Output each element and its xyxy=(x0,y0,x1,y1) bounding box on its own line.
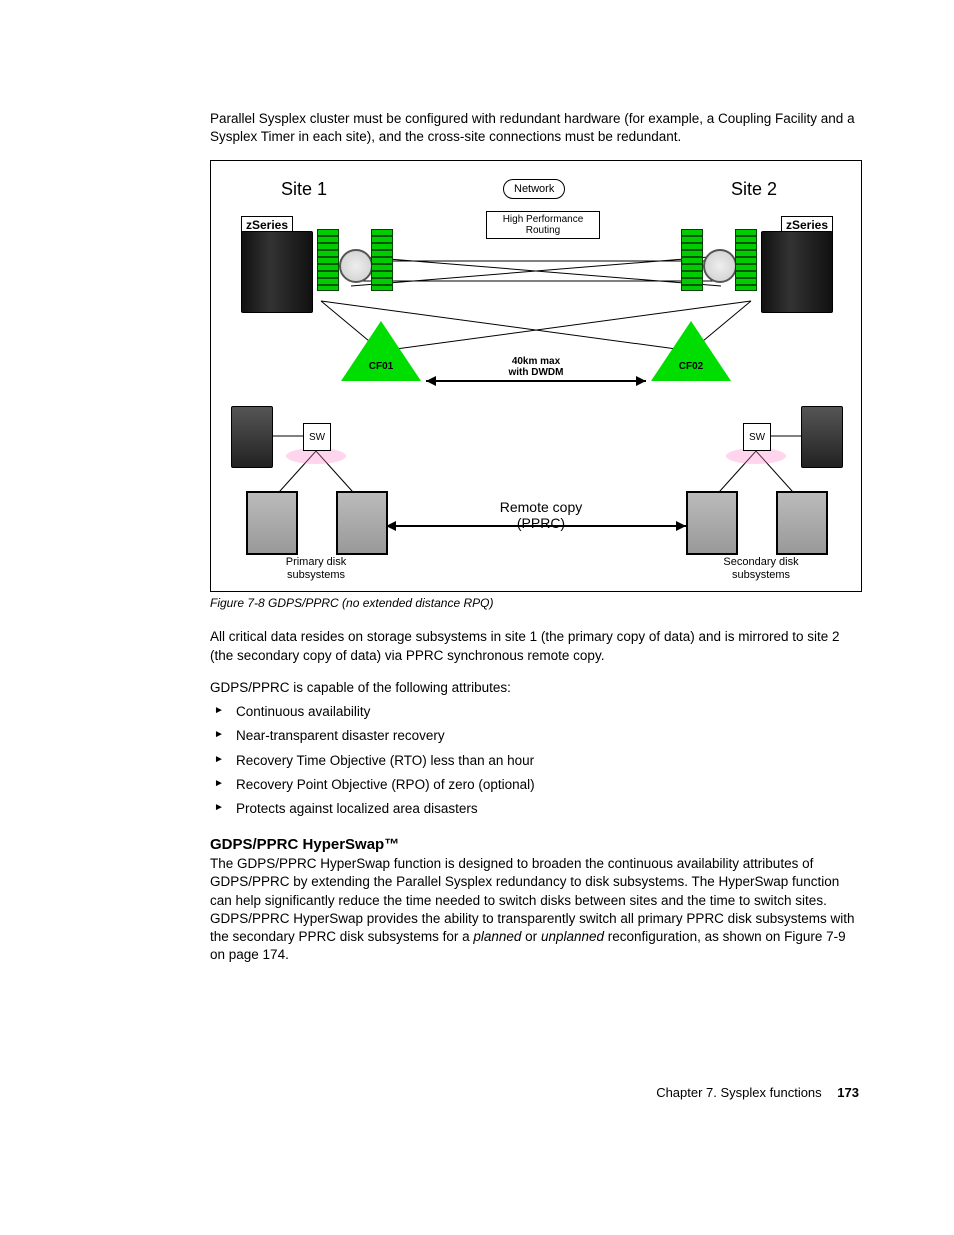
figure-7-8: Site 1 Site 2 Network zSeries zSeries Hi… xyxy=(210,160,862,592)
switch-right: SW xyxy=(743,423,771,451)
cf02-label: CF02 xyxy=(671,361,711,372)
primary-disk-label: Primary disk subsystems xyxy=(271,556,361,580)
hpr-box: High Performance Routing xyxy=(486,211,600,239)
disk-right-2 xyxy=(776,491,828,555)
cf01-triangle: CF01 xyxy=(341,321,421,381)
primary-disk-line2: subsystems xyxy=(287,569,345,581)
hyperswap-planned: planned xyxy=(473,929,521,944)
remote-copy-line2: (PPRC) xyxy=(517,515,565,531)
hpr-text: High Performance Routing xyxy=(503,214,584,236)
switch-left: SW xyxy=(303,423,331,451)
distance-line1: 40km max xyxy=(512,356,560,367)
hyperswap-heading: GDPS/PPRC HyperSwap™ xyxy=(210,836,859,853)
hyperswap-unplanned: unplanned xyxy=(541,929,604,944)
disk-right-1 xyxy=(686,491,738,555)
cf01-label: CF01 xyxy=(361,361,401,372)
distance-label: 40km max with DWDM xyxy=(496,356,576,378)
rack-right-2 xyxy=(735,229,757,291)
remote-copy-label: Remote copy (PPRC) xyxy=(486,499,596,531)
clock-right xyxy=(703,249,737,283)
label-site2: Site 2 xyxy=(731,179,777,200)
disk-left-2 xyxy=(336,491,388,555)
label-site1: Site 1 xyxy=(281,179,327,200)
list-item: Protects against localized area disaster… xyxy=(210,800,859,818)
primary-disk-line1: Primary disk xyxy=(286,556,347,568)
intro-paragraph: Parallel Sysplex cluster must be configu… xyxy=(210,110,859,146)
disk-left-1 xyxy=(246,491,298,555)
remote-copy-line1: Remote copy xyxy=(500,499,582,515)
hyperswap-body: The GDPS/PPRC HyperSwap function is desi… xyxy=(210,855,859,964)
figure-caption: Figure 7-8 GDPS/PPRC (no extended distan… xyxy=(210,596,859,610)
attributes-intro: GDPS/PPRC is capable of the following at… xyxy=(210,679,859,697)
rack-left-2 xyxy=(371,229,393,291)
attributes-list: Continuous availability Near-transparent… xyxy=(210,703,859,818)
list-item: Recovery Point Objective (RPO) of zero (… xyxy=(210,776,859,794)
hyperswap-mid: or xyxy=(521,929,541,944)
list-item: Continuous availability xyxy=(210,703,859,721)
distance-line2: with DWDM xyxy=(509,367,564,378)
rack-right-1 xyxy=(681,229,703,291)
clock-left xyxy=(339,249,373,283)
server-left xyxy=(241,231,313,313)
page-footer: Chapter 7. Sysplex functions 173 xyxy=(210,1085,859,1100)
secondary-disk-line1: Secondary disk xyxy=(723,556,798,568)
footer-page-number: 173 xyxy=(837,1085,859,1100)
storage-left xyxy=(231,406,273,468)
storage-right xyxy=(801,406,843,468)
para-after-figure: All critical data resides on storage sub… xyxy=(210,628,859,664)
cf02-triangle: CF02 xyxy=(651,321,731,381)
list-item: Near-transparent disaster recovery xyxy=(210,727,859,745)
secondary-disk-line2: subsystems xyxy=(732,569,790,581)
footer-chapter: Chapter 7. Sysplex functions xyxy=(656,1085,821,1100)
network-cloud: Network xyxy=(503,179,565,199)
list-item: Recovery Time Objective (RTO) less than … xyxy=(210,752,859,770)
rack-left-1 xyxy=(317,229,339,291)
server-right xyxy=(761,231,833,313)
secondary-disk-label: Secondary disk subsystems xyxy=(711,556,811,580)
